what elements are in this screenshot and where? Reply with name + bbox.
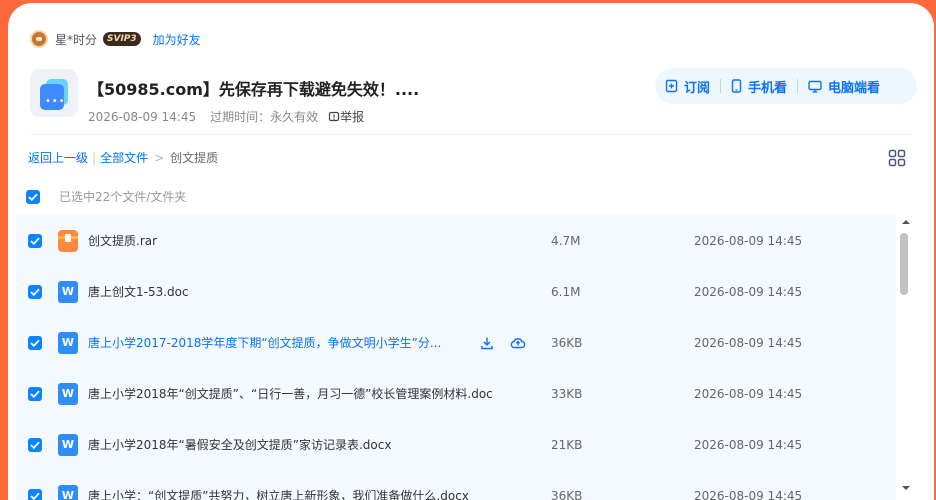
share-card: 星*时分 SVIP3 加为好友 ••• 【50985.com】先保存再下载避免失… (8, 3, 934, 500)
word-file-icon: W (58, 433, 78, 456)
file-checkbox[interactable] (28, 386, 42, 401)
mobile-view-button[interactable]: 手机看 (731, 77, 787, 96)
file-date: 2026-08-09 14:45 (694, 488, 803, 500)
cloud-save-icon (510, 337, 526, 348)
subscribe-icon (665, 79, 678, 93)
view-actions: 订阅 手机看 电脑端看 (655, 68, 917, 104)
save-to-cloud-button[interactable] (510, 336, 526, 350)
checkmark-icon (28, 193, 38, 201)
grid-view-icon (888, 149, 906, 167)
file-checkbox[interactable] (28, 437, 42, 452)
file-row[interactable]: 创文提质.rar 4.7M 2026-08-09 14:45 (16, 215, 896, 266)
desktop-icon (808, 80, 822, 93)
phone-icon (731, 79, 742, 93)
file-date: 2026-08-09 14:45 (694, 284, 803, 299)
report-label: 举报 (340, 110, 365, 124)
subscribe-label: 订阅 (684, 80, 711, 96)
breadcrumb: 返回上一级 | 全部文件 > 创文提质 (28, 149, 218, 166)
word-file-icon: W (58, 382, 78, 405)
word-file-icon: W (58, 331, 78, 354)
file-checkbox[interactable] (28, 284, 42, 299)
report-button[interactable]: 举报 (328, 108, 364, 125)
file-name[interactable]: 创文提质.rar (88, 232, 157, 249)
file-size: 33KB (551, 386, 583, 401)
file-size: 6.1M (551, 284, 581, 299)
scroll-up-arrow-icon[interactable] (901, 217, 911, 227)
desktop-view-label: 电脑端看 (828, 80, 881, 96)
download-button[interactable] (480, 336, 494, 350)
file-checkbox[interactable] (28, 233, 42, 248)
file-size: 21KB (551, 437, 583, 452)
scrollbar-thumb[interactable] (900, 233, 908, 295)
avatar[interactable] (30, 30, 48, 48)
checkmark-icon (30, 492, 40, 500)
checkmark-icon (30, 288, 40, 296)
select-all-checkbox[interactable] (26, 189, 40, 204)
file-date: 2026-08-09 14:45 (694, 386, 803, 401)
file-date: 2026-08-09 14:45 (694, 233, 803, 248)
sharer-name: 星*时分 (55, 32, 98, 47)
file-name[interactable]: 唐上小学2018年“暑假安全及创文提质”家访记录表.docx (88, 436, 391, 453)
file-checkbox[interactable] (28, 335, 42, 350)
file-name[interactable]: 唐上小学2017-2018学年度下期“创文提质，争做文明小学生”分... (88, 334, 441, 351)
row-actions (480, 336, 542, 350)
header-divider (30, 134, 912, 135)
share-expire: 过期时间：永久有效 (210, 110, 319, 124)
checkmark-icon (30, 237, 40, 245)
file-checkbox[interactable] (28, 488, 42, 500)
add-friend-link[interactable]: 加为好友 (153, 31, 201, 48)
breadcrumb-arrow: > (154, 150, 165, 165)
file-date: 2026-08-09 14:45 (694, 335, 803, 350)
report-icon (329, 111, 340, 121)
file-name[interactable]: 唐上创文1-53.doc (88, 283, 189, 300)
rar-file-icon (58, 229, 78, 252)
grid-view-button[interactable] (888, 149, 906, 171)
file-name[interactable]: 唐上小学：“创文提质”共努力，树立唐上新形象，我们准备做什么.docx (88, 487, 469, 500)
checkmark-icon (30, 390, 40, 398)
file-size: 36KB (551, 488, 583, 500)
sharer-info: 星*时分 SVIP3 加为好友 (30, 29, 201, 49)
checkmark-icon (30, 441, 40, 449)
word-file-icon: W (58, 280, 78, 303)
scroll-down-arrow-icon[interactable] (901, 483, 911, 493)
file-size: 36KB (551, 335, 583, 350)
checkmark-icon (30, 339, 40, 347)
breadcrumb-separator: | (92, 150, 97, 165)
file-list: 创文提质.rar 4.7M 2026-08-09 14:45 W 唐上创文1-5… (16, 215, 896, 500)
select-all-bar: 已选中22个文件/文件夹 (26, 188, 186, 205)
breadcrumb-all-files[interactable]: 全部文件 (100, 149, 148, 166)
word-file-icon: W (58, 484, 78, 500)
file-row[interactable]: W 唐上小学2018年“创文提质”、“日行一善，月习一德”校长管理案例材料.do… (16, 368, 896, 419)
file-row[interactable]: W 唐上小学2018年“暑假安全及创文提质”家访记录表.docx 21KB 20… (16, 419, 896, 470)
mobile-view-label: 手机看 (748, 80, 788, 96)
share-title: 【50985.com】先保存再下载避免失效！.... (88, 80, 420, 99)
svip-badge: SVIP3 (103, 32, 141, 46)
file-row[interactable]: W 唐上创文1-53.doc 6.1M 2026-08-09 14:45 (16, 266, 896, 317)
breadcrumb-current: 创文提质 (170, 151, 219, 165)
file-name[interactable]: 唐上小学2018年“创文提质”、“日行一善，月习一德”校长管理案例材料.doc (88, 385, 493, 402)
share-time: 2026-08-09 14:45 (88, 109, 197, 124)
selection-count: 已选中22个文件/文件夹 (59, 190, 187, 204)
subscribe-button[interactable]: 订阅 (665, 77, 710, 96)
file-size: 4.7M (551, 233, 581, 248)
breadcrumb-back[interactable]: 返回上一级 (28, 149, 88, 166)
desktop-view-button[interactable]: 电脑端看 (808, 77, 880, 96)
download-icon (481, 337, 493, 349)
file-row[interactable]: W 唐上小学2017-2018学年度下期“创文提质，争做文明小学生”分... 3… (16, 317, 896, 368)
share-folder-icon: ••• (30, 69, 78, 117)
file-date: 2026-08-09 14:45 (694, 437, 803, 452)
file-row[interactable]: W 唐上小学：“创文提质”共努力，树立唐上新形象，我们准备做什么.docx 36… (16, 470, 896, 500)
share-header: ••• 【50985.com】先保存再下载避免失效！.... 2026-08-0… (30, 69, 419, 125)
